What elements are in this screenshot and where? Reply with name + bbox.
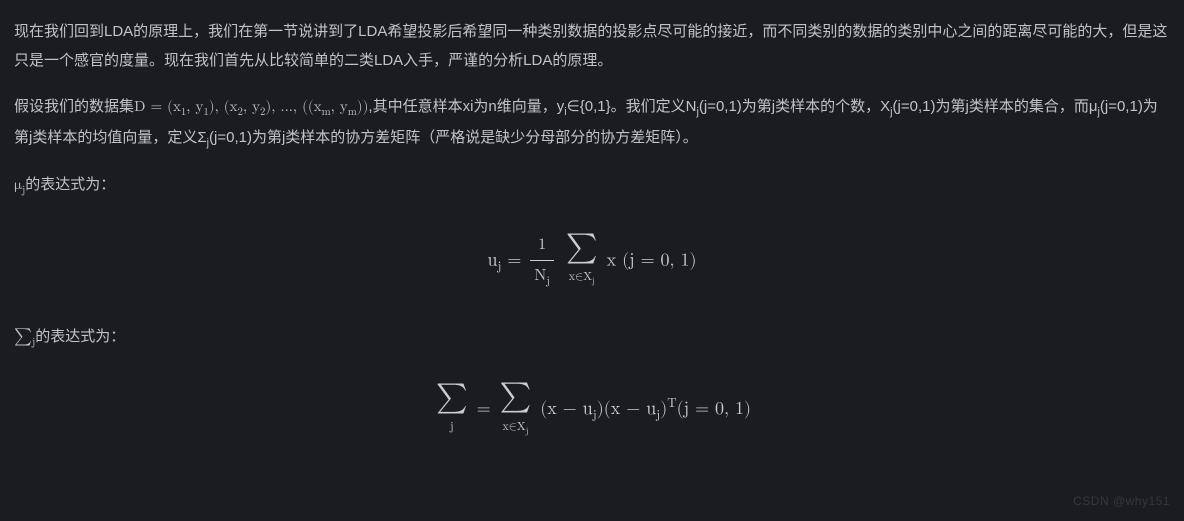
text: 现在我们回到LDA的原理上，我们在第一节说讲到了LDA希望投影后希望同一种类别数… [14,23,1167,69]
eq: = [477,400,497,418]
tuple1-open: (x [167,99,181,114]
text-post2: (j=0,1)为第j类样本的个数，X [699,98,890,115]
sigma-icon: ∑ [436,382,468,412]
tuplem-close: )) [357,99,369,114]
sigma-sub: x∈Xj [500,416,532,440]
fraction: 1Nj [530,230,554,293]
text-post1: ,其中任意样本xi为n维向量，y [368,98,564,115]
paragraph-intro: 现在我们回到LDA的原理上，我们在第一节说讲到了LDA希望投影后希望同一种类别数… [14,18,1170,75]
paragraph-dataset: 假设我们的数据集D = (x1, y1), (x2, y2), ..., ((x… [14,93,1170,153]
var-N: N [534,268,546,284]
eq: = [145,99,167,114]
mid: )(x − u [597,400,656,418]
sub-j: j [592,277,595,286]
tuple1-y: , y [186,99,203,114]
text-post5: (j=0,1)为第j类样本的协方差矩阵（严格说是缺少分母部分的协方差矩阵）。 [209,129,698,146]
paragraph-sigma-label: ∑j的表达式为： [14,321,1170,354]
text-post3: (j=0,1)为第j类样本的集合，而μ [893,98,1098,115]
watermark: CSDN @why151 [1073,490,1170,513]
sigma-sub-text: x∈X [502,421,525,433]
sub-mb: m [348,107,357,118]
sup-T: T [667,397,676,410]
sigma-sub: x∈Xj [566,266,598,290]
sigma-left: ∑j [436,382,468,439]
sub-j: j [436,416,468,439]
var-u: u [487,251,497,269]
tuple2-y: , y [243,99,260,114]
sub-j: j [546,276,550,287]
denominator: Nj [530,261,554,293]
sub-m: m [322,107,331,118]
var-x: x [607,251,617,269]
cond: (j = 0, 1) [677,400,751,418]
text-post1b: ∈{0,1}。我们定义N [567,98,697,115]
sub-j: j [526,426,529,435]
open: (x − u [540,400,592,418]
sigma-sub-text: x∈X [569,271,592,283]
sigma: ∑ x∈Xj [566,232,598,290]
sigma-icon: ∑ [566,232,598,262]
var-D: D [134,99,145,114]
numerator: 1 [530,230,554,261]
text: 假设我们的数据集 [14,98,134,115]
formula-mu: uj = 1Nj ∑x∈Xj x (j = 0, 1) [14,230,1170,293]
formula-sigma: ∑j = ∑x∈Xj (x − uj)(x − uj)T(j = 0, 1) [14,381,1170,439]
tuple2-open: ), (x [209,99,238,114]
sigma-right: ∑ x∈Xj [500,381,532,439]
paragraph-mu-label: μj的表达式为： [14,171,1170,202]
text: 的表达式为： [25,176,115,193]
tuplem-open: ), ..., ((x [265,99,321,114]
eq: = [501,251,527,269]
sigma-icon: ∑ [500,381,532,411]
mu: μ [14,177,22,192]
tuplem-y: , y [331,99,348,114]
sigma-sym: ∑ [14,328,32,345]
cond: (j = 0, 1) [616,251,696,269]
text: 的表达式为： [35,328,125,345]
